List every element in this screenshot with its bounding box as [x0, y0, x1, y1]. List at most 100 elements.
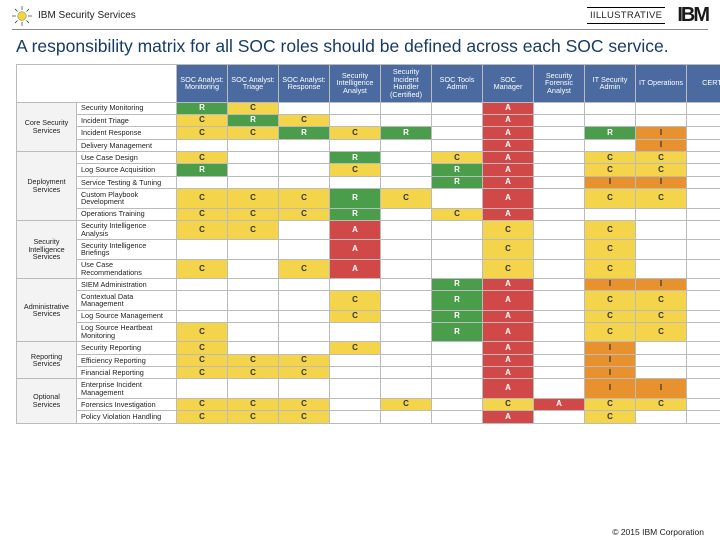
raci-cell: I: [636, 278, 687, 290]
raci-cell: C: [279, 189, 330, 208]
raci-cell: [330, 278, 381, 290]
raci-cell: C: [177, 342, 228, 354]
raci-cell: C: [177, 411, 228, 423]
raci-cell: [228, 240, 279, 259]
raci-cell: [534, 367, 585, 379]
raci-cell: [330, 322, 381, 341]
raci-cell: [381, 220, 432, 239]
table-row: Reporting ServicesSecurity ReportingCCAI: [17, 342, 720, 354]
service-group: Deployment Services: [17, 152, 77, 221]
role-header: Security Incident Handler (Certified): [381, 64, 432, 102]
raci-cell: [228, 278, 279, 290]
raci-cell: [228, 152, 279, 164]
header-left: IBM Security Services: [12, 6, 136, 26]
raci-cell: C: [177, 398, 228, 410]
table-row: Custom Playbook DevelopmentCCCRCACC: [17, 189, 720, 208]
role-header: Security Forensic Analyst: [534, 64, 585, 102]
raci-cell: [534, 240, 585, 259]
raci-cell: [636, 411, 687, 423]
service-name: Security Intelligence Analysis: [77, 220, 177, 239]
service-name: Log Source Acquisition: [77, 164, 177, 176]
raci-cell: [636, 367, 687, 379]
ibm-logo: IBM: [677, 4, 708, 27]
raci-cell: [381, 164, 432, 176]
raci-cell: C: [381, 398, 432, 410]
raci-cell: R: [177, 102, 228, 114]
raci-cell: [279, 278, 330, 290]
raci-cell: [381, 259, 432, 278]
raci-cell: A: [483, 152, 534, 164]
raci-cell: [687, 220, 720, 239]
raci-cell: C: [636, 398, 687, 410]
raci-cell: C: [585, 189, 636, 208]
raci-cell: [177, 278, 228, 290]
raci-cell: C: [585, 411, 636, 423]
raci-cell: [381, 139, 432, 151]
raci-cell: [534, 322, 585, 341]
service-name: Use Case Recommendations: [77, 259, 177, 278]
service-group: Administrative Services: [17, 278, 77, 341]
raci-cell: C: [483, 220, 534, 239]
raci-cell: [279, 176, 330, 188]
service-name: Use Case Design: [77, 152, 177, 164]
raci-cell: I: [585, 354, 636, 366]
raci-cell: C: [228, 127, 279, 139]
raci-cell: [177, 139, 228, 151]
raci-cell: C: [228, 208, 279, 220]
raci-cell: I: [585, 176, 636, 188]
service-name: Efficiency Reporting: [77, 354, 177, 366]
raci-cell: C: [228, 354, 279, 366]
raci-cell: [534, 208, 585, 220]
raci-matrix: SOC Analyst: Monitoring SOC Analyst: Tri…: [0, 64, 720, 424]
raci-cell: [177, 240, 228, 259]
raci-cell: [687, 114, 720, 126]
raci-cell: [534, 114, 585, 126]
raci-cell: C: [636, 152, 687, 164]
raci-cell: [279, 102, 330, 114]
service-name: Log Source Heartbeat Monitoring: [77, 322, 177, 341]
raci-cell: A: [483, 139, 534, 151]
service-name: Operations Training: [77, 208, 177, 220]
table-row: Optional ServicesEnterprise Incident Man…: [17, 379, 720, 398]
raci-cell: [534, 354, 585, 366]
role-header: Security Intelligence Analyst: [330, 64, 381, 102]
raci-cell: I: [585, 379, 636, 398]
raci-cell: [687, 152, 720, 164]
raci-cell: I: [636, 176, 687, 188]
raci-cell: [381, 176, 432, 188]
raci-cell: [330, 176, 381, 188]
raci-cell: C: [330, 310, 381, 322]
raci-cell: [687, 278, 720, 290]
role-header: SOC Tools Admin: [432, 64, 483, 102]
raci-cell: [687, 342, 720, 354]
raci-cell: [381, 411, 432, 423]
raci-cell: [534, 164, 585, 176]
raci-cell: [228, 164, 279, 176]
service-group: Reporting Services: [17, 342, 77, 379]
raci-cell: C: [330, 127, 381, 139]
raci-cell: R: [228, 114, 279, 126]
table-row: Log Source Heartbeat MonitoringCRACC: [17, 322, 720, 341]
raci-cell: [534, 310, 585, 322]
table-row: Service Testing & TuningRAII: [17, 176, 720, 188]
raci-cell: [534, 411, 585, 423]
raci-cell: [279, 220, 330, 239]
service-name: Enterprise Incident Management: [77, 379, 177, 398]
raci-cell: [381, 379, 432, 398]
raci-cell: R: [432, 310, 483, 322]
raci-cell: R: [279, 127, 330, 139]
table-row: Delivery Management A I: [17, 139, 720, 151]
raci-cell: [534, 189, 585, 208]
header-right: IILLUSTRATIVE IBM: [587, 4, 708, 27]
raci-cell: [687, 189, 720, 208]
service-name: Forensics Investigation: [77, 398, 177, 410]
raci-cell: A: [483, 342, 534, 354]
raci-cell: [279, 342, 330, 354]
raci-cell: [279, 322, 330, 341]
raci-cell: A: [483, 164, 534, 176]
raci-cell: R: [177, 164, 228, 176]
raci-cell: I: [636, 139, 687, 151]
service-name: Delivery Management: [77, 139, 177, 151]
raci-cell: [534, 291, 585, 310]
raci-cell: [585, 102, 636, 114]
